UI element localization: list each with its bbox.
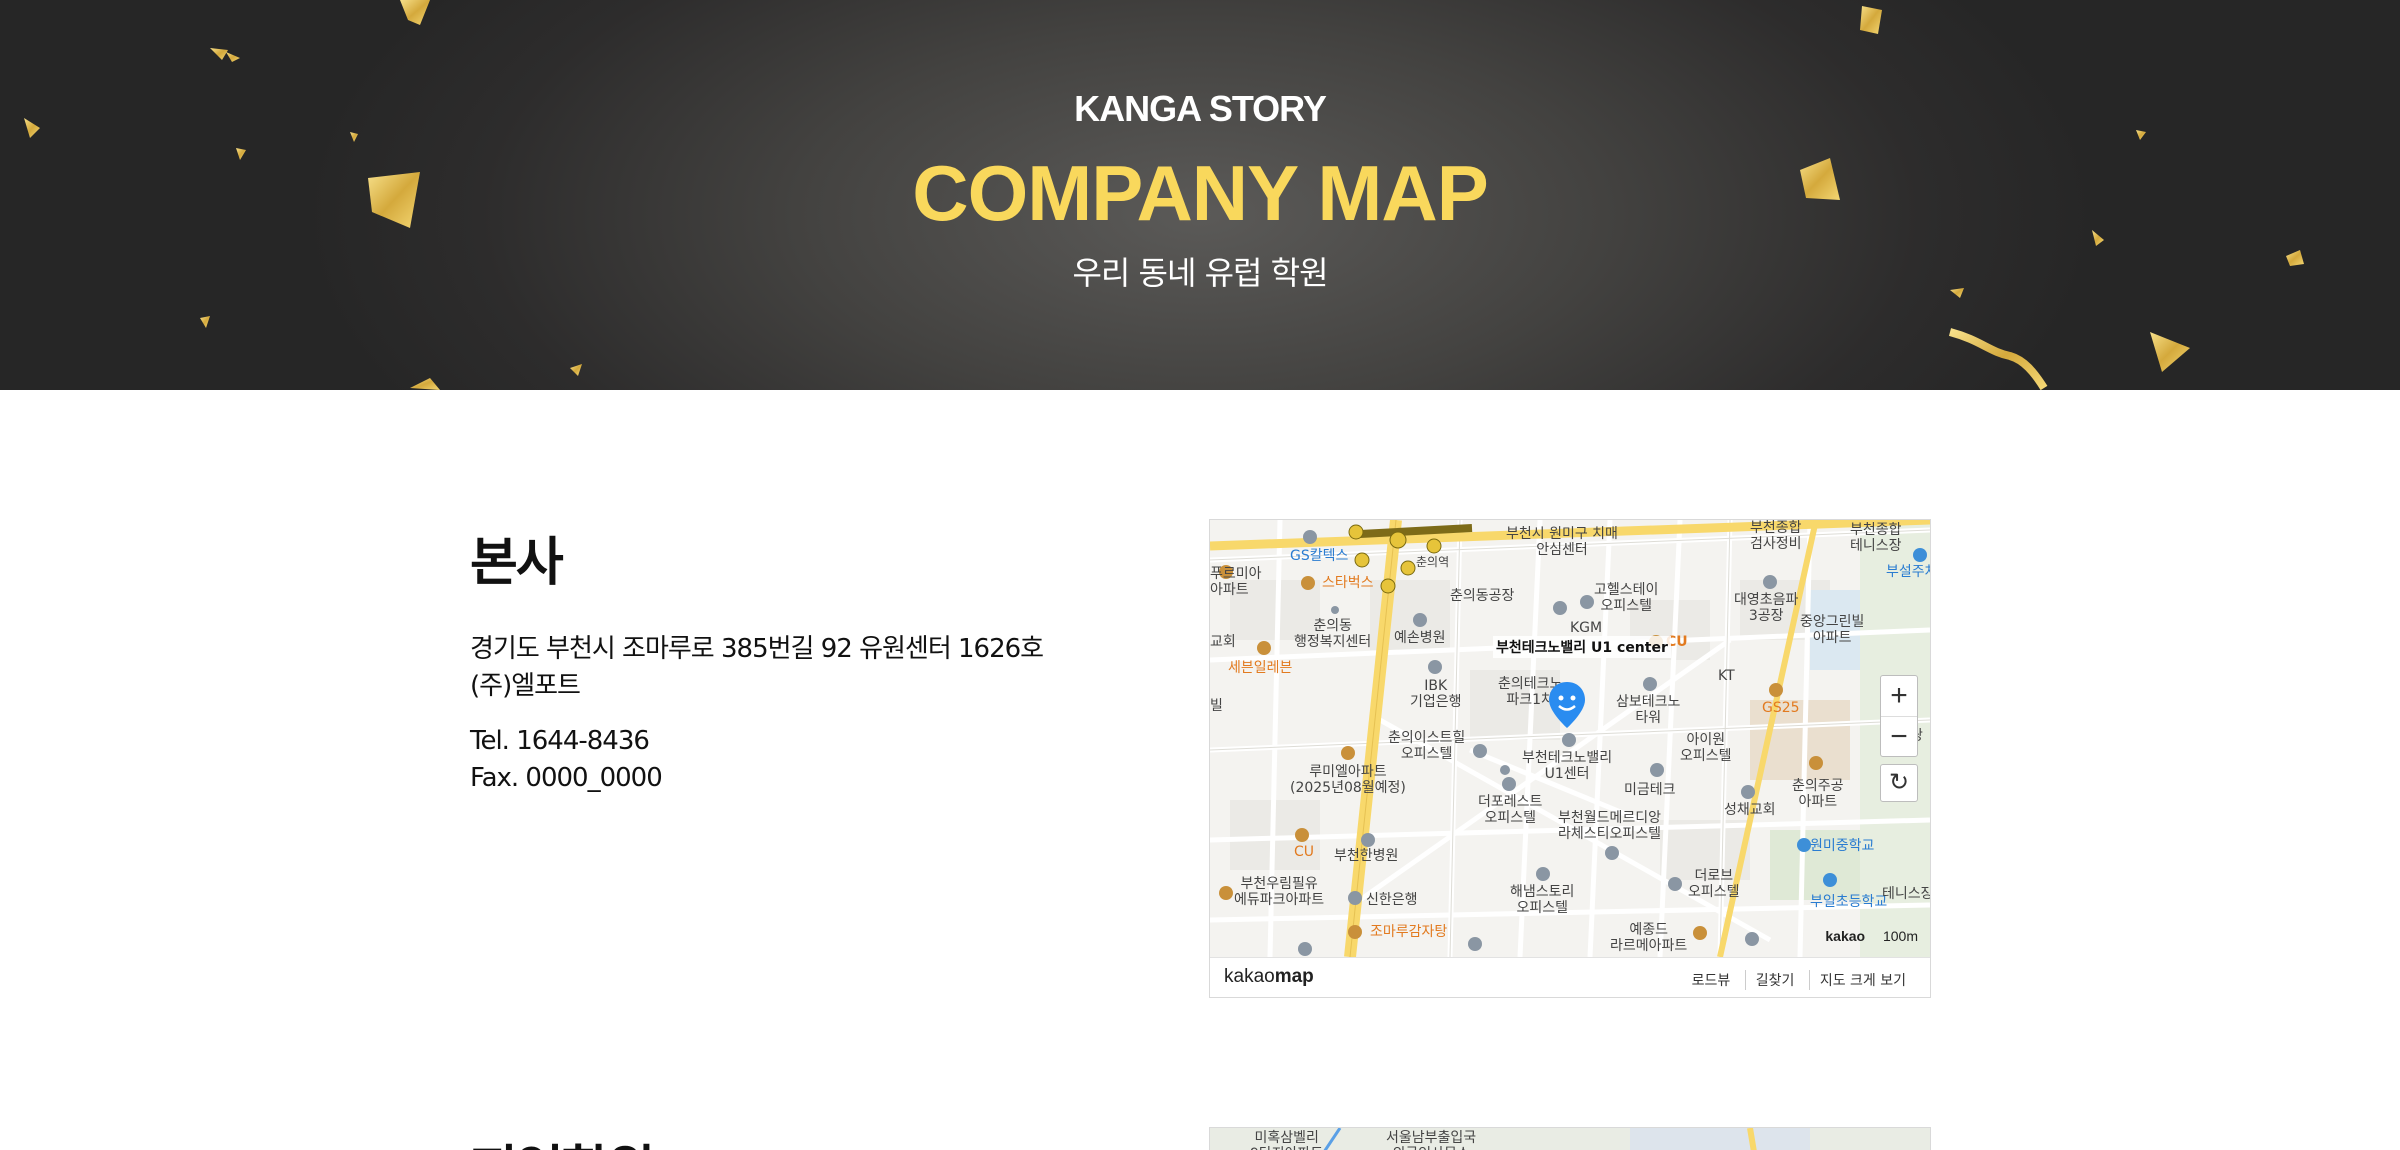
map-label: 테니스장 (1882, 886, 1930, 902)
map-label: GS칼텍스 (1290, 548, 1349, 564)
zoom-control: + − (1880, 675, 1918, 757)
map-label: 더로브 오피스텔 (1688, 868, 1740, 900)
map-label: 부천시 원미구 치매 안심센터 (1506, 526, 1618, 558)
office-fax: Fax. 0000_0000 (470, 763, 663, 793)
zoom-in-button[interactable]: + (1881, 676, 1917, 716)
map-label: CU (1294, 844, 1315, 860)
reset-view-icon[interactable]: ↻ (1880, 764, 1918, 802)
scale-value: 100m (1882, 928, 1918, 944)
map-canvas[interactable]: GS칼텍스 부천시 원미구 치매 안심센터 부천종합 검사정비 부천종합 테니스… (1210, 520, 1930, 957)
map-label: 성채교회 (1724, 802, 1776, 818)
map-label: 세븐일레븐 (1228, 660, 1293, 676)
map-label: 원미중학교 (1810, 838, 1875, 854)
map-label: 미혹삼벨리 9단지아파트 (1250, 1130, 1323, 1150)
map-label: 아이원 오피스텔 (1680, 732, 1732, 764)
map-label: 부천종합 테니스장 (1850, 522, 1902, 554)
map-label: 푸르미아 아파트 (1210, 566, 1262, 598)
hero-banner: KANGA STORY COMPANY MAP 우리 동네 유럽 학원 (0, 0, 2400, 390)
kakao-map-branch[interactable]: 미혹삼벨리 9단지아파트 서울남부출입국 외국인사무소 (1209, 1127, 1931, 1150)
office-name-hq: 본사 (470, 533, 564, 593)
kakaomap-logo[interactable]: kakaomap (1224, 966, 1314, 988)
office-tel: Tel. 1644-8436 (470, 726, 650, 756)
office-company: (주)엘포트 (470, 671, 581, 701)
map-label: KT (1718, 668, 1735, 684)
map-label: 춘의동공장 (1450, 588, 1515, 604)
map-label: 루미엘아파트 (2025년08월예정) (1290, 764, 1406, 796)
map-pin-icon[interactable] (1547, 680, 1587, 730)
hero-subtitle: 우리 동네 유럽 학원 (1072, 254, 1328, 292)
map-label: 예종드 라르메아파트 (1610, 922, 1688, 954)
map-label: 교회 (1210, 634, 1236, 650)
map-label: 중앙그린빌 아파트 (1800, 614, 1865, 646)
map-label: 스타벅스 (1322, 575, 1374, 591)
hero-title: COMPANY MAP (912, 149, 1489, 237)
map-label: 신한은행 (1366, 892, 1418, 908)
map-label: 춘의이스트힐 오피스텔 (1388, 730, 1466, 762)
office-address: 경기도 부천시 조마루로 385번길 92 유원센터 1626호 (470, 634, 1044, 664)
map-label: 삼보테크노 타워 (1616, 694, 1681, 726)
map-center-tag: 부천테크노밸리 U1 center (1493, 636, 1671, 658)
map-label: 부설주차 (1886, 564, 1930, 580)
hero-kicker: KANGA STORY (1074, 88, 1327, 129)
map-label: 부천종합 검사정비 (1750, 520, 1802, 552)
map-label: 부천테크노밸리 U1센터 (1522, 750, 1613, 782)
map-label: 미금테크 (1624, 782, 1676, 798)
map-label: 빌 (1210, 698, 1223, 714)
roadview-link[interactable]: 로드뷰 (1682, 970, 1741, 990)
map-label: 부천월드메르디앙 라체스티오피스텔 (1558, 810, 1662, 842)
map-label: 대영초음파 3공장 (1734, 592, 1799, 624)
directions-link[interactable]: 길찾기 (1744, 970, 1805, 990)
scale-brand: kakao (1825, 928, 1866, 944)
map-label: 춘의동 행정복지센터 (1294, 618, 1372, 650)
map-label: 서울남부출입국 외국인사무소 (1386, 1130, 1477, 1150)
zoom-out-button[interactable]: − (1881, 716, 1917, 756)
map-scale: kakao 100m (1825, 928, 1918, 944)
map-label: KGM (1570, 620, 1603, 636)
map-footer: kakaomap 로드뷰 길찾기 지도 크게 보기 (1210, 957, 1930, 997)
map-label: 부천우림필유 에듀파크아파트 (1234, 876, 1325, 908)
large-map-link[interactable]: 지도 크게 보기 (1808, 970, 1916, 990)
map-label: 더포레스트 오피스텔 (1478, 794, 1543, 826)
map-label: 해냄스토리 오피스텔 (1510, 884, 1575, 916)
map-label: 고헬스테이 오피스텔 (1594, 582, 1659, 614)
map-label: 부천한병원 (1334, 848, 1399, 864)
map-label: 조마루감자탕 (1370, 924, 1448, 940)
map-label: 춘의주공 아파트 (1792, 778, 1844, 810)
map-label: IBK 기업은행 (1410, 678, 1462, 710)
office-name-branch: 지역학원 (470, 1128, 655, 1150)
map-links: 로드뷰 길찾기 지도 크게 보기 (1682, 970, 1916, 990)
kakao-map-hq[interactable]: GS칼텍스 부천시 원미구 치매 안심센터 부천종합 검사정비 부천종합 테니스… (1209, 519, 1931, 998)
map-label: 예손병원 (1394, 630, 1446, 646)
office-info-hq: 경기도 부천시 조마루로 385번길 92 유원센터 1626호 (주)엘포트 … (470, 631, 1044, 797)
map-label: 부일초등학교 (1810, 894, 1888, 910)
map-label: 춘의역 (1416, 555, 1450, 569)
map-label: GS25 (1762, 700, 1800, 716)
